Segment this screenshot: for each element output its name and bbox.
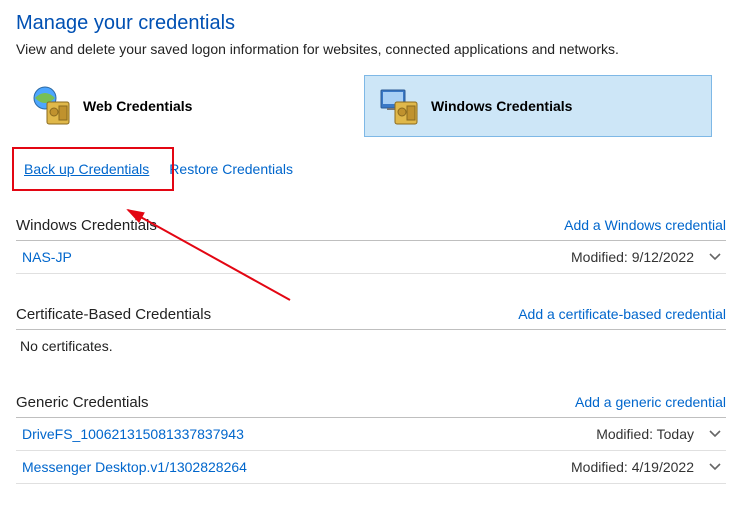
section-header: Certificate-Based Credentials Add a cert…: [16, 302, 726, 330]
section-header: Generic Credentials Add a generic creden…: [16, 390, 726, 418]
credential-meta: Modified: Today: [596, 426, 722, 442]
credential-tabs: Web Credentials Windows Credentials: [16, 75, 726, 137]
credential-name: NAS-JP: [22, 249, 72, 265]
add-windows-credential-link[interactable]: Add a Windows credential: [564, 217, 726, 233]
credential-name: Messenger Desktop.v1/1302828264: [22, 459, 247, 475]
section-header: Windows Credentials Add a Windows creden…: [16, 213, 726, 241]
chevron-down-icon[interactable]: [708, 250, 722, 264]
tab-web-credentials[interactable]: Web Credentials: [16, 75, 364, 137]
empty-message: No certificates.: [16, 330, 726, 362]
credential-row[interactable]: Messenger Desktop.v1/1302828264 Modified…: [16, 451, 726, 484]
section-generic-credentials: Generic Credentials Add a generic creden…: [16, 390, 726, 484]
add-cert-credential-link[interactable]: Add a certificate-based credential: [518, 306, 726, 322]
credential-row[interactable]: DriveFS_100621315081337837943 Modified: …: [16, 418, 726, 451]
tab-web-label: Web Credentials: [83, 98, 192, 114]
restore-credentials-link[interactable]: Restore Credentials: [169, 161, 293, 177]
backup-credentials-link[interactable]: Back up Credentials: [18, 159, 155, 179]
chevron-down-icon[interactable]: [708, 460, 722, 474]
backup-restore-row: Back up Credentials Restore Credentials: [18, 159, 726, 179]
section-title: Generic Credentials: [16, 394, 149, 411]
credential-name: DriveFS_100621315081337837943: [22, 426, 244, 442]
tab-windows-label: Windows Credentials: [431, 98, 572, 114]
chevron-down-icon[interactable]: [708, 427, 722, 441]
tab-windows-credentials[interactable]: Windows Credentials: [364, 75, 712, 137]
credential-meta: Modified: 9/12/2022: [571, 249, 722, 265]
section-title: Windows Credentials: [16, 217, 157, 234]
section-windows-credentials: Windows Credentials Add a Windows creden…: [16, 213, 726, 274]
credential-row[interactable]: NAS-JP Modified: 9/12/2022: [16, 241, 726, 274]
page-description: View and delete your saved logon informa…: [16, 41, 726, 57]
web-vault-icon: [29, 84, 73, 128]
section-cert-credentials: Certificate-Based Credentials Add a cert…: [16, 302, 726, 362]
section-title: Certificate-Based Credentials: [16, 306, 211, 323]
credential-meta: Modified: 4/19/2022: [571, 459, 722, 475]
windows-vault-icon: [377, 84, 421, 128]
page-title: Manage your credentials: [16, 12, 726, 35]
add-generic-credential-link[interactable]: Add a generic credential: [575, 394, 726, 410]
